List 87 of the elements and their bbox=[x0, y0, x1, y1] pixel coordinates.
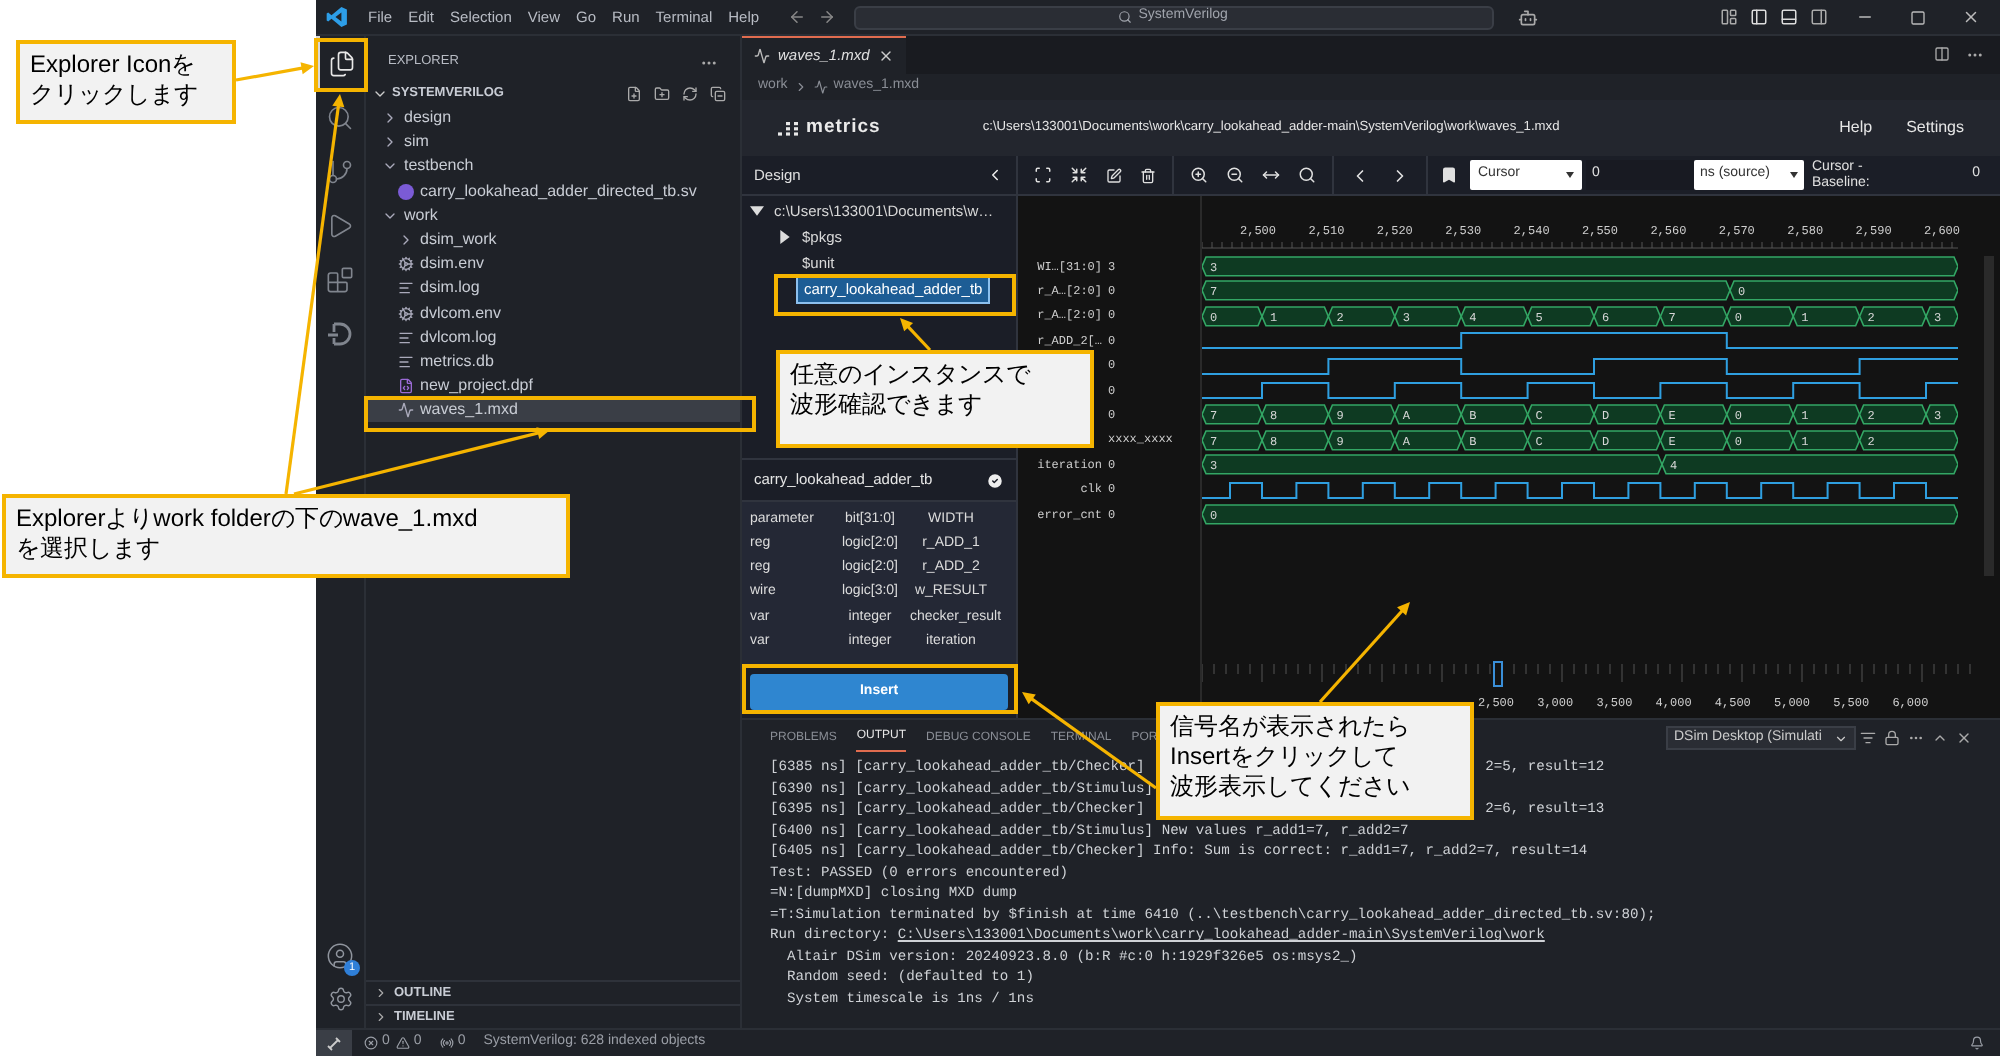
tree-item[interactable]: dsim_work bbox=[366, 227, 740, 253]
tree-item[interactable]: dsim.env bbox=[366, 252, 740, 277]
zoom-in-icon[interactable] bbox=[1190, 166, 1208, 184]
tree-item[interactable]: new_project.dpf bbox=[366, 374, 740, 399]
callout-text: 任意のインスタンスで bbox=[790, 360, 1030, 390]
search-icon bbox=[1118, 10, 1133, 24]
tree-item[interactable]: waves_1.mxd bbox=[366, 398, 740, 423]
panel-bottom-icon[interactable] bbox=[1780, 8, 1798, 26]
brand-name: metrics bbox=[806, 113, 881, 142]
account-icon[interactable] bbox=[326, 942, 354, 970]
tree-item[interactable]: dvlcom.env bbox=[366, 301, 740, 326]
callout-text: 信号名が表示されたら bbox=[1170, 712, 1410, 742]
waveform-icon bbox=[398, 402, 414, 419]
robot-icon[interactable] bbox=[1517, 7, 1538, 27]
viewport-marker bbox=[1493, 661, 1503, 687]
arrows-horizontal-icon[interactable] bbox=[1262, 166, 1280, 184]
caret-icon bbox=[1566, 172, 1574, 178]
callout-text: Insertをクリックして bbox=[1170, 742, 1399, 772]
filter-icon[interactable] bbox=[1860, 730, 1876, 746]
caret-icon bbox=[1790, 172, 1798, 178]
error-icon[interactable] bbox=[364, 1036, 378, 1050]
refresh-icon[interactable] bbox=[682, 85, 698, 101]
extensions-icon[interactable] bbox=[326, 265, 354, 293]
waveform-icon bbox=[813, 80, 828, 94]
tree-item[interactable]: work bbox=[366, 203, 740, 228]
lines-icon bbox=[398, 329, 414, 346]
collapse-icon[interactable] bbox=[986, 166, 1004, 184]
play-icon[interactable] bbox=[326, 211, 354, 239]
help-link[interactable]: Help bbox=[1839, 116, 1873, 140]
code-file-icon bbox=[398, 378, 414, 395]
forward-icon[interactable] bbox=[817, 8, 836, 26]
back-icon[interactable] bbox=[787, 8, 806, 26]
callout-text: Explorerよりwork folderの下のwave_1.mxd bbox=[16, 504, 478, 534]
callout-text: Explorer Iconを bbox=[30, 50, 196, 80]
close-icon[interactable] bbox=[1956, 730, 1972, 746]
tree-item[interactable]: dsim.log bbox=[366, 276, 740, 301]
dots-logo-icon bbox=[778, 121, 800, 135]
trash-icon[interactable] bbox=[1140, 167, 1156, 183]
remote-icon[interactable] bbox=[326, 1035, 342, 1051]
split-icon[interactable] bbox=[1934, 46, 1950, 62]
tree-item[interactable]: dvlcom.log bbox=[366, 325, 740, 350]
gear-icon bbox=[398, 256, 414, 273]
highlight-frame bbox=[314, 38, 368, 92]
chevron-down-icon bbox=[1834, 731, 1848, 745]
chevron-right-icon bbox=[398, 232, 414, 249]
close-icon[interactable] bbox=[877, 48, 894, 64]
new-folder-icon[interactable] bbox=[654, 85, 670, 101]
settings-link[interactable]: Settings bbox=[1906, 116, 1964, 140]
files-icon[interactable] bbox=[328, 49, 356, 77]
tree-item[interactable]: metrics.db bbox=[366, 349, 740, 375]
lines-icon bbox=[398, 280, 414, 297]
lines-icon bbox=[398, 353, 414, 370]
chevron-up-icon[interactable] bbox=[1932, 730, 1948, 746]
ports-icon[interactable] bbox=[439, 1036, 454, 1050]
collapse-icon[interactable] bbox=[710, 85, 726, 101]
zoom-out-icon[interactable] bbox=[1226, 166, 1244, 184]
panel-left-icon[interactable] bbox=[1750, 8, 1768, 26]
waveform-icon bbox=[754, 48, 770, 64]
callout-text: クリックします bbox=[30, 80, 198, 110]
search-icon[interactable] bbox=[1298, 166, 1316, 184]
tree-item[interactable]: testbench bbox=[366, 154, 740, 180]
tree-item[interactable]: design bbox=[366, 106, 740, 131]
layout-icon[interactable] bbox=[1720, 8, 1738, 26]
warning-icon[interactable] bbox=[395, 1036, 410, 1050]
gear-icon bbox=[398, 305, 414, 322]
panel-right-icon[interactable] bbox=[1810, 8, 1828, 26]
shrink-icon[interactable] bbox=[1070, 166, 1088, 184]
edit-icon[interactable] bbox=[1106, 167, 1122, 183]
chevron-right-icon bbox=[793, 80, 808, 94]
maximize-icon[interactable] bbox=[1910, 9, 1926, 25]
callout-text: 波形確認できます bbox=[790, 390, 982, 420]
branch-icon[interactable] bbox=[326, 157, 354, 185]
close-icon[interactable] bbox=[1962, 8, 1980, 26]
search-icon[interactable] bbox=[326, 103, 354, 131]
tree-item[interactable]: sim bbox=[366, 130, 740, 155]
new-file-icon[interactable] bbox=[626, 85, 642, 101]
callout-text: を選択します bbox=[16, 534, 160, 564]
bell-icon[interactable] bbox=[1970, 1036, 1984, 1050]
fit-icon[interactable] bbox=[1034, 166, 1052, 184]
plug-icon[interactable] bbox=[326, 319, 354, 347]
bookmark-icon[interactable] bbox=[1440, 166, 1458, 184]
tree-item[interactable]: carry_lookahead_adder_directed_tb.sv bbox=[366, 179, 740, 204]
app-logo-icon bbox=[326, 6, 348, 28]
check-icon bbox=[986, 471, 1004, 489]
callout-text: 波形表示してください bbox=[1170, 772, 1410, 802]
settings-icon[interactable] bbox=[327, 986, 353, 1012]
lock-icon[interactable] bbox=[1884, 730, 1900, 746]
